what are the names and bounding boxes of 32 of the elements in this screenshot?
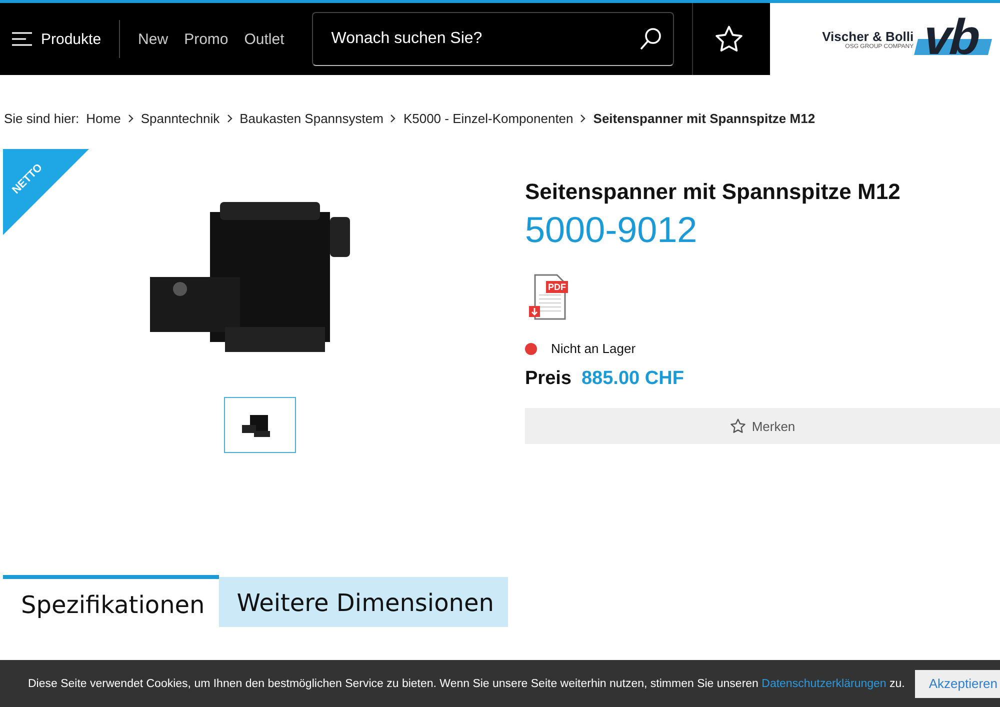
tab[interactable]: Weitere Dimensionen bbox=[218, 577, 508, 627]
search-input[interactable]: Wonach suchen Sie? bbox=[329, 29, 632, 49]
price-label: Preis bbox=[525, 368, 572, 390]
breadcrumb-link[interactable]: Spanntechnik bbox=[140, 111, 220, 126]
menu-icon bbox=[12, 32, 32, 46]
nav-link[interactable]: New bbox=[138, 30, 168, 48]
menu-button[interactable]: Produkte bbox=[0, 30, 120, 48]
chevron-right-icon bbox=[390, 114, 396, 123]
product-thumbnail[interactable] bbox=[224, 397, 296, 453]
privacy-link[interactable]: Datenschutzerklärungen bbox=[762, 678, 886, 690]
search-icon bbox=[639, 27, 664, 51]
availability-text: Nicht an Lager bbox=[551, 341, 636, 356]
nav-link[interactable]: Promo bbox=[184, 30, 228, 48]
breadcrumb-link[interactable]: Baukasten Spannsystem bbox=[240, 111, 384, 126]
chevron-right-icon bbox=[128, 114, 134, 123]
price-value: 885.00 CHF bbox=[581, 368, 684, 390]
breadcrumb-link[interactable]: Seitenspanner mit Spannspitze M12 bbox=[593, 111, 816, 126]
cookie-notice: Diese Seite verwendet Cookies, um Ihnen den bestmöglichen Service zu bieten. Wenn Sie unsere Seite weiterhin nutzen, stimmen Sie unseren Datenschutzerklärungen zu. bbox=[28, 678, 905, 690]
chevron-right-icon bbox=[226, 114, 233, 123]
search-bar[interactable]: Wonach suchen Sie? bbox=[312, 12, 674, 66]
wishlist-button[interactable]: Merken bbox=[525, 408, 1000, 444]
product-title: Seitenspanner mit Spannspitze M12 bbox=[525, 179, 902, 205]
breadcrumb-link[interactable]: K5000 - Einzel-Komponenten bbox=[403, 111, 574, 126]
chevron-right-icon bbox=[580, 114, 586, 123]
star-icon[interactable] bbox=[714, 25, 744, 53]
star-icon bbox=[730, 418, 746, 434]
company-name: Vischer & Bolli bbox=[822, 28, 914, 44]
breadcrumb-link[interactable]: Home bbox=[86, 111, 121, 126]
nav-link[interactable]: Outlet bbox=[244, 30, 284, 48]
accept-button[interactable]: Akzeptieren bbox=[914, 670, 1000, 698]
breadcrumb-label: Sie sind hier: bbox=[4, 111, 80, 126]
product-number: 5000-9012 bbox=[525, 209, 698, 251]
